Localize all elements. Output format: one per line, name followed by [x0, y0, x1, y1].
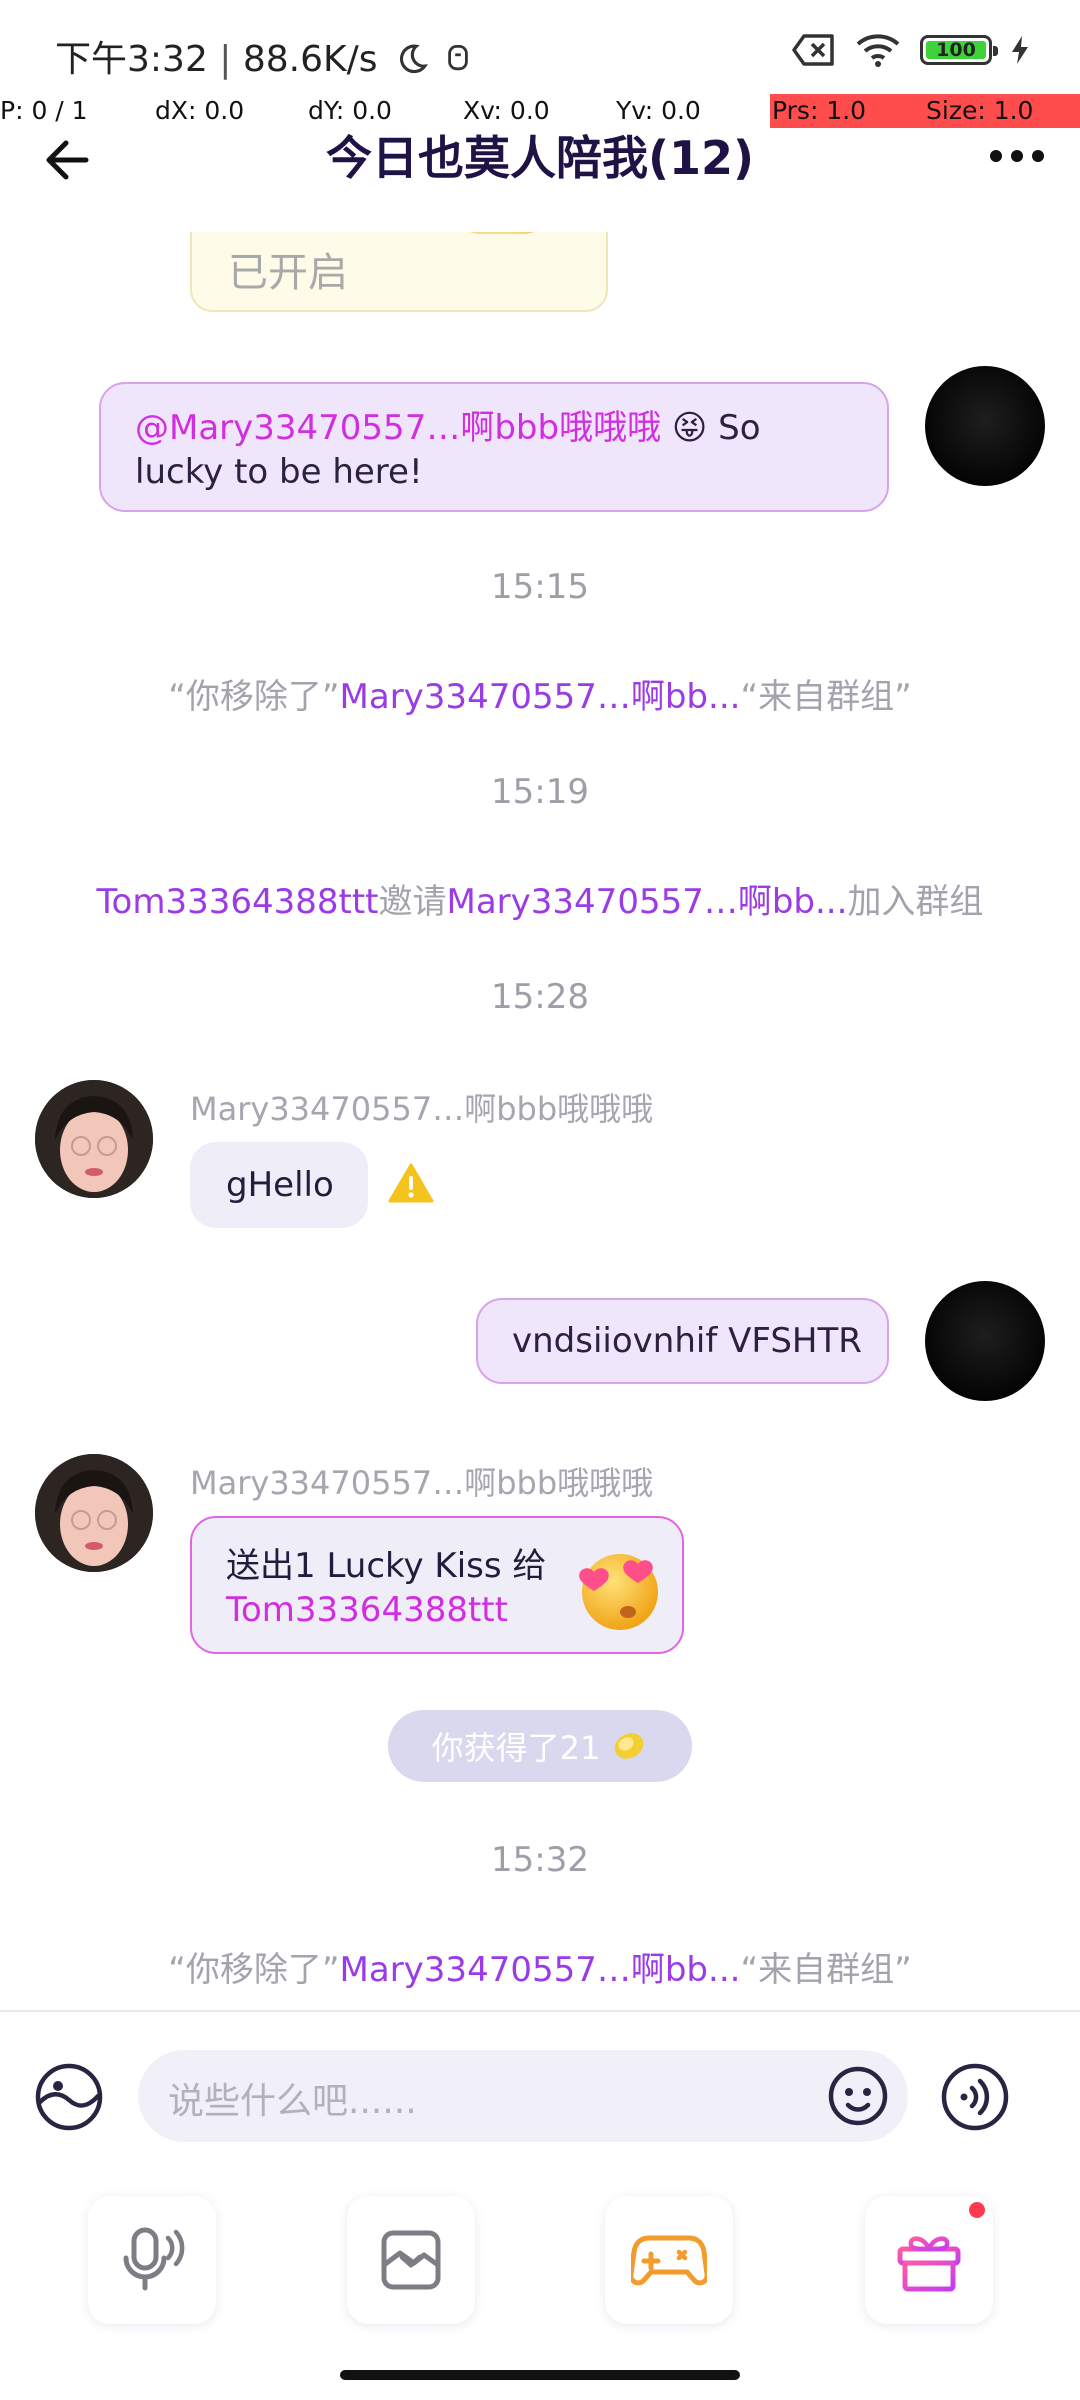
gift-recipient-link[interactable]: Tom33364388ttt: [226, 1590, 508, 1630]
system-message: “你移除了”Mary33470557…啊bb...“来自群组”: [0, 1942, 1080, 1991]
input-placeholder: 说些什么吧......: [168, 2081, 417, 2122]
charging-icon: [1012, 36, 1028, 64]
message-bubble-self[interactable]: @Mary33470557…啊bbb哦哦哦 😝 So lucky to be h…: [99, 382, 889, 512]
timestamp: 15:15: [491, 567, 589, 607]
debug-dx: dX: 0.0: [155, 96, 245, 125]
timestamp: 15:28: [491, 977, 589, 1017]
battery-level: 100: [936, 39, 976, 61]
system-text: “来自群组”: [740, 1950, 912, 1990]
sim-off-icon: [792, 34, 834, 66]
microphone-icon: [123, 2227, 185, 2291]
avatar-mary[interactable]: [35, 1454, 153, 1572]
user-link[interactable]: Tom33364388ttt: [97, 882, 379, 922]
gift-recipient: Tom33364388ttt: [226, 1590, 508, 1630]
debug-xv: Xv: 0.0: [463, 96, 550, 125]
album-icon: [381, 2230, 441, 2290]
message-text: gHello: [226, 1165, 334, 1205]
send-failed-warning-icon[interactable]: [388, 1162, 434, 1208]
status-time: 下午3:32: [55, 39, 208, 80]
moon-icon: [399, 44, 428, 74]
gift-message-card[interactable]: 送出1 Lucky Kiss 给 Tom33364388ttt: [190, 1516, 684, 1654]
game-button[interactable]: [605, 2196, 733, 2324]
profile-photo-icon: [35, 1454, 153, 1572]
voice-input-button[interactable]: [940, 2062, 1010, 2136]
timestamp: 15:19: [491, 772, 589, 812]
avatar-self[interactable]: [925, 1281, 1045, 1401]
image-picker-button[interactable]: [34, 2062, 104, 2136]
emoji-button[interactable]: [826, 2064, 890, 2132]
debug-pressure: Prs: 1.0: [770, 94, 924, 128]
landscape-image-icon: [35, 2063, 103, 2131]
sender-name: Mary33470557…啊bbb哦哦哦: [190, 1090, 654, 1128]
message-text: vndsiiovnhif VFSHTR: [512, 1321, 862, 1361]
sender-name: Mary33470557…啊bbb哦哦哦: [190, 1464, 654, 1502]
user-link[interactable]: Mary33470557…啊bb...: [340, 1950, 741, 1990]
reward-text: 你获得了21: [431, 1729, 601, 1767]
system-text: “来自群组”: [740, 677, 912, 717]
gift-text: 送出1 Lucky Kiss 给: [226, 1546, 547, 1586]
voice-room-button[interactable]: [88, 2196, 216, 2324]
smiley-icon: [828, 2066, 888, 2126]
user-link[interactable]: Mary33470557…啊bb...: [340, 677, 741, 717]
timestamp: 15:32: [491, 1840, 589, 1880]
feature-card-text: 已开启: [228, 250, 348, 296]
message-text-line2: lucky to be here!: [135, 452, 423, 492]
avatar-self[interactable]: [925, 366, 1045, 486]
status-right: 100: [792, 32, 1030, 68]
status-left: 下午3:32 | 88.6K/s: [55, 30, 472, 82]
system-message: Tom33364388ttt邀请Mary33470557…啊bb...加入群组: [0, 874, 1080, 923]
system-message: “你移除了”Mary33470557…啊bb...“来自群组”: [0, 669, 1080, 718]
gift-notification-dot: [969, 2202, 985, 2218]
card-decoration-icon: [442, 232, 562, 234]
network-speed: 88.6K/s: [242, 39, 378, 80]
chat-title: 今日也莫人陪我(12): [325, 131, 755, 185]
debug-pointer: P: 0 / 1: [0, 96, 88, 125]
emoji-tongue-icon: 😝: [671, 408, 708, 448]
battery-indicator: 100: [920, 35, 998, 65]
reward-pill: 你获得了21: [388, 1710, 692, 1782]
message-text: So: [707, 408, 761, 448]
more-button[interactable]: [988, 146, 1046, 166]
more-dots-icon: [990, 150, 1044, 162]
chat-list[interactable]: 已开启 @Mary33470557…啊bbb哦哦哦 😝 So lucky to …: [0, 232, 1080, 2008]
home-indicator[interactable]: [340, 2370, 740, 2380]
system-text: “你移除了”: [168, 677, 340, 717]
notification-icon: [448, 45, 469, 71]
profile-photo-icon: [35, 1080, 153, 1198]
gamepad-icon: [631, 2235, 707, 2286]
status-bar: 下午3:32 | 88.6K/s 100: [0, 0, 1080, 100]
message-bubble-self[interactable]: vndsiiovnhif VFSHTR: [476, 1298, 889, 1384]
debug-size: Size: 1.0: [924, 94, 1080, 128]
user-link[interactable]: Mary33470557…啊bb...: [447, 882, 848, 922]
system-text: 邀请: [378, 882, 447, 922]
coin-icon: [615, 1733, 644, 1759]
message-bubble-other[interactable]: gHello: [190, 1142, 368, 1228]
input-divider: [0, 2010, 1080, 2012]
system-text: “你移除了”: [168, 1950, 340, 1990]
album-button[interactable]: [347, 2196, 475, 2324]
mention-link[interactable]: @Mary33470557…啊bbb哦哦哦: [135, 408, 661, 448]
lucky-kiss-icon: [572, 1542, 664, 1638]
sound-wave-icon: [941, 2063, 1009, 2131]
avatar-mary[interactable]: [35, 1080, 153, 1198]
debug-yv: Yv: 0.0: [616, 96, 701, 125]
gift-button[interactable]: [865, 2196, 993, 2324]
gift-icon: [897, 2236, 961, 2292]
debug-dy: dY: 0.0: [308, 96, 392, 125]
wifi-icon: [856, 34, 900, 67]
feature-card[interactable]: 已开启: [190, 232, 608, 312]
message-input[interactable]: 说些什么吧......: [138, 2050, 908, 2142]
system-text: 加入群组: [847, 882, 984, 922]
